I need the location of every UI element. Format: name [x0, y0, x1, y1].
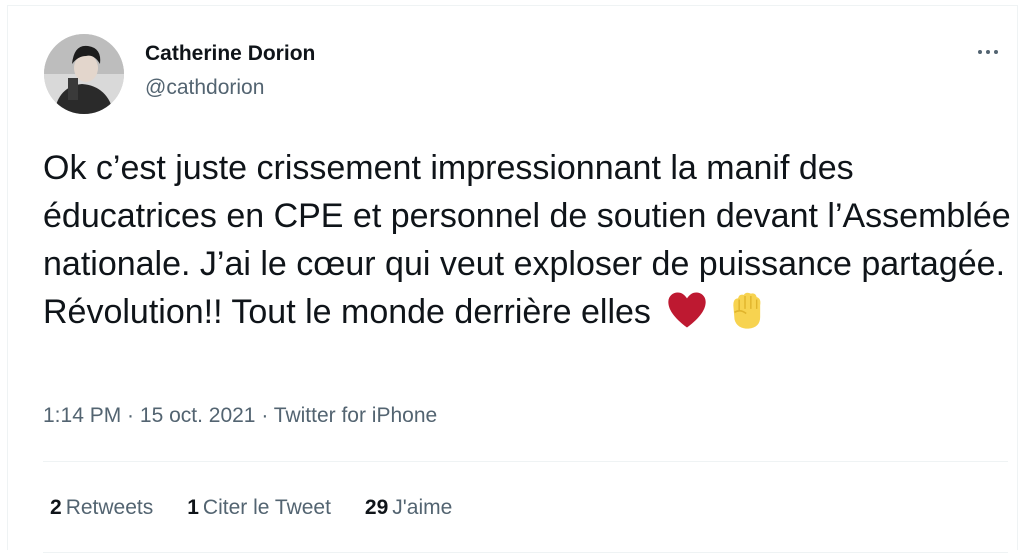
avatar[interactable] — [44, 34, 124, 114]
retweets-count: 2 — [50, 496, 62, 519]
retweets-label: Retweets — [65, 496, 154, 519]
divider — [43, 461, 1008, 462]
meta-separator: · — [255, 404, 274, 427]
tweet-date[interactable]: 15 oct. 2021 — [140, 404, 256, 427]
meta-separator: · — [121, 404, 140, 427]
quotes-stat[interactable]: 1 Citer le Tweet — [187, 496, 331, 520]
quotes-label: Citer le Tweet — [202, 496, 331, 519]
raised-fist-icon — [733, 292, 761, 329]
tweet-time[interactable]: 1:14 PM — [43, 404, 121, 427]
engagement-stats: 2 Retweets 1 Citer le Tweet 29 J'aime — [50, 496, 486, 520]
retweets-stat[interactable]: 2 Retweets — [50, 496, 153, 520]
likes-label: J'aime — [392, 496, 453, 519]
more-options-icon[interactable] — [968, 38, 1008, 66]
tweet-text: Ok c’est juste crissement impressionnant… — [43, 144, 1013, 336]
author-name[interactable]: Catherine Dorion — [145, 42, 315, 66]
quotes-count: 1 — [187, 496, 199, 519]
tweet-body: Ok c’est juste crissement impressionnant… — [43, 149, 1011, 331]
likes-stat[interactable]: 29 J'aime — [365, 496, 452, 520]
avatar-photo — [44, 34, 124, 114]
divider — [43, 552, 1008, 553]
tweet-source[interactable]: Twitter for iPhone — [274, 404, 437, 427]
likes-count: 29 — [364, 496, 389, 519]
author-handle[interactable]: @cathdorion — [145, 76, 264, 100]
red-heart-icon — [668, 292, 707, 328]
tweet-metadata: 1:14 PM · 15 oct. 2021 · Twitter for iPh… — [43, 404, 437, 428]
tweet-card: Catherine Dorion @cathdorion Ok c’est ju… — [7, 5, 1018, 553]
